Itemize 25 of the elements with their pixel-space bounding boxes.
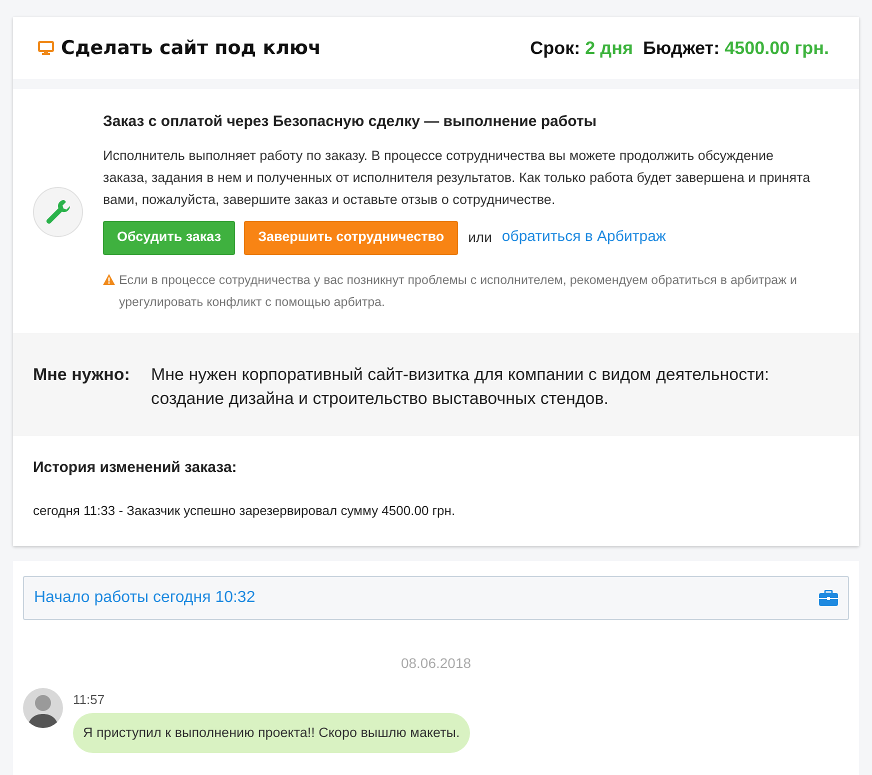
start-text: Начало работы сегодня 10:32 bbox=[34, 588, 256, 608]
chat-date: 08.06.2018 bbox=[400, 654, 472, 672]
budget-label: Бюджет: bbox=[642, 36, 720, 60]
or-text: или bbox=[468, 228, 492, 247]
message-bubble: Я приступил к выполнению проекта!! Скоро вышлю макеты. bbox=[73, 713, 470, 754]
warning-icon bbox=[103, 274, 115, 284]
avatar bbox=[23, 688, 63, 728]
action-button[interactable]: Обсудить заказ bbox=[103, 220, 236, 254]
description: Исполнитель выполняет работу по заказу. В процессе сотрудничества вы можете продолжить обсуждение заказа, задания в нем и полученных от исполнителя результатов. Как только работа будет завершена и принята вами, пожалуйста, завершите заказ и оставьте отзыв о сотрудничестве. bbox=[103, 146, 812, 209]
monitor-icon bbox=[38, 41, 54, 55]
history-title: История изменений заказа: bbox=[33, 458, 238, 478]
action-button[interactable]: Завершить сотрудничество bbox=[244, 220, 458, 254]
need-text: Мне нужен корпоративный сайт-визитка для компании с видом деятельности: создание дизайна и строительство выставочных стендов. bbox=[151, 364, 770, 410]
need-label: Мне нужно: bbox=[33, 364, 131, 386]
history-entry: сегодня 11:33 - Заказчик успешно зарезервировал сумму 4500.00 грн. bbox=[33, 502, 456, 520]
budget-value: 4500.00 грн. bbox=[724, 36, 829, 60]
term-label: Срок: bbox=[530, 36, 580, 60]
message-time: 11:57 bbox=[73, 690, 105, 708]
briefcase-icon bbox=[819, 590, 838, 606]
arbitration-link[interactable]: обратиться в Арбитраж bbox=[502, 226, 666, 249]
term-value: 2 дня bbox=[585, 36, 633, 60]
warning-text: Если в процессе сотрудничества у вас позникнут проблемы с исполнителем, рекомендуем обратиться в арбитраж и урегулировать конфликт с помощью арбитра. bbox=[119, 272, 798, 311]
order-title: Сделать сайт под ключ bbox=[61, 36, 322, 61]
section-title: Заказ с оплатой через Безопасную сделку — выполнение работы bbox=[103, 112, 598, 132]
wrench-icon bbox=[33, 186, 83, 237]
